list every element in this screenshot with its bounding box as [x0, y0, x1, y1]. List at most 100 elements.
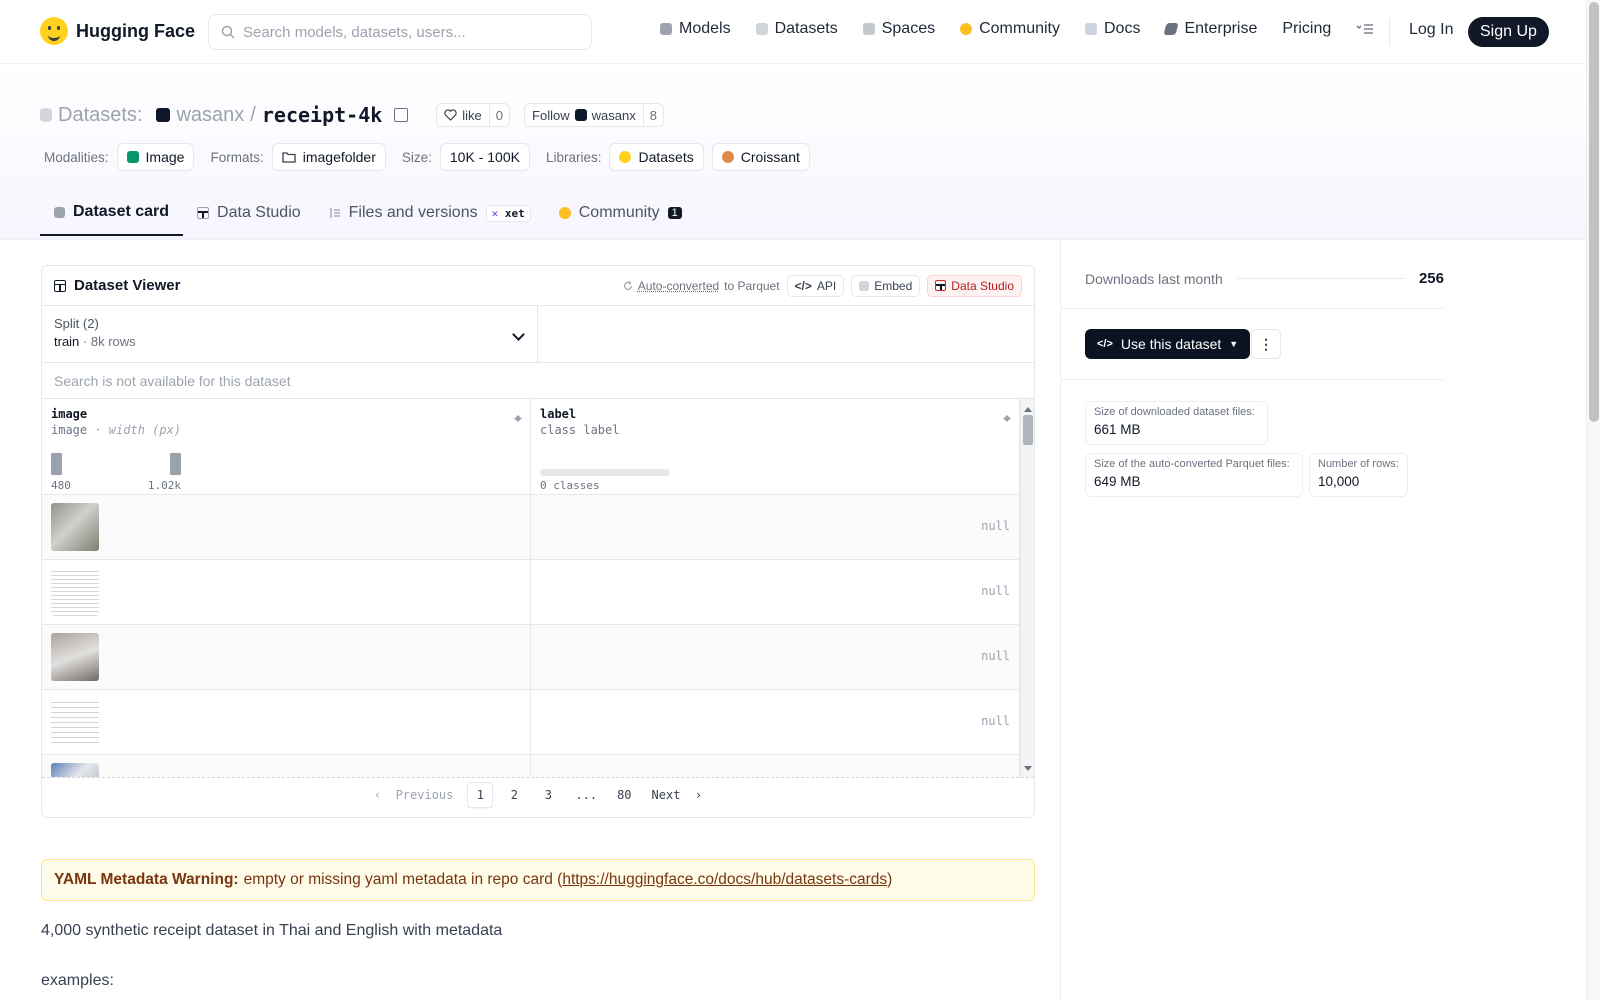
brand-logo[interactable]: Hugging Face — [40, 17, 195, 45]
format-tag[interactable]: imagefolder — [271, 143, 386, 171]
table-header: image image · width (px) 480 1.02k label… — [42, 399, 1034, 495]
global-search[interactable] — [208, 14, 592, 50]
tab-files-label: Files and versions — [348, 204, 478, 221]
label-value: null — [981, 584, 1010, 598]
scroll-up-icon[interactable] — [1024, 403, 1032, 412]
prev-page-button[interactable]: ‹ Previous — [368, 782, 459, 808]
scroll-thumb[interactable] — [1023, 415, 1033, 445]
format-value: imagefolder — [302, 149, 376, 165]
code-brackets-icon: </> — [1097, 338, 1113, 350]
nav-enterprise[interactable]: Enterprise — [1163, 20, 1257, 38]
nav-pricing[interactable]: Pricing — [1282, 20, 1331, 38]
repo-title: Datasets: wasanx / receipt-4k like 0 Fol… — [40, 103, 664, 127]
nav-datasets[interactable]: Datasets — [755, 20, 838, 38]
section-link[interactable]: Datasets: — [58, 104, 142, 127]
modality-tag[interactable]: Image — [116, 143, 195, 171]
repo-tabs: Dataset card Data Studio Files and versi… — [40, 190, 696, 238]
size-tag[interactable]: 10K - 100K — [439, 143, 530, 171]
page-3[interactable]: 3 — [535, 782, 561, 808]
code-icon: </> — [794, 278, 812, 293]
table-row[interactable]: null — [42, 690, 1034, 755]
image-cell — [42, 560, 531, 624]
label-cell: null — [531, 690, 1020, 754]
library-croissant-label: Croissant — [740, 149, 800, 165]
library-tag-croissant[interactable]: Croissant — [711, 143, 810, 171]
tab-data-studio[interactable]: Data Studio — [183, 190, 315, 236]
api-button[interactable]: </> API — [786, 274, 845, 297]
library-tag-datasets[interactable]: Datasets — [609, 143, 704, 171]
column-header-image[interactable]: image image · width (px) 480 1.02k — [42, 399, 531, 494]
tab-community[interactable]: Community 1 — [545, 190, 696, 236]
label-cell: null — [531, 625, 1020, 689]
table-row[interactable]: null — [42, 560, 1034, 625]
page-2[interactable]: 2 — [501, 782, 527, 808]
stat-label: Size of the auto-converted Parquet files… — [1094, 458, 1290, 470]
auto-converted-link[interactable]: Auto-converted — [638, 279, 719, 293]
embed-button[interactable]: Embed — [851, 274, 921, 297]
table-row[interactable]: null — [42, 495, 1034, 560]
stat-row-count: Number of rows: 10,000 — [1309, 453, 1408, 497]
owner-avatar — [156, 108, 171, 122]
dataset-cards-docs-link[interactable]: https://huggingface.co/docs/hub/datasets… — [562, 871, 887, 889]
column-image-type-extra: · width (px) — [94, 423, 182, 437]
viewer-search-disabled: Search is not available for this dataset — [42, 363, 1034, 399]
page-scroll-thumb[interactable] — [1589, 2, 1599, 422]
data-studio-button[interactable]: Data Studio — [927, 274, 1022, 297]
split-value: train · 8k rows — [54, 334, 525, 349]
follow-button[interactable]: Follow wasanx 8 — [524, 103, 664, 127]
dataset-viewer: Dataset Viewer Auto-converted to Parquet … — [41, 265, 1035, 818]
login-link[interactable]: Log In — [1409, 21, 1453, 39]
receipt-thumbnail[interactable] — [51, 763, 99, 777]
nav-community[interactable]: Community — [960, 20, 1060, 38]
column-header-label[interactable]: label class label 0 classes — [531, 399, 1020, 494]
nav-pricing-label: Pricing — [1282, 20, 1332, 37]
next-page-button[interactable]: Next › — [646, 782, 709, 808]
receipt-thumbnail[interactable] — [51, 633, 99, 681]
nav-docs[interactable]: Docs — [1085, 20, 1140, 38]
formats-label: Formats: — [210, 149, 264, 165]
signup-button[interactable]: Sign Up — [1468, 17, 1549, 47]
nav-more[interactable] — [1356, 23, 1374, 35]
stat-label: Number of rows: — [1318, 458, 1399, 470]
table-scrollbar[interactable] — [1020, 399, 1034, 777]
histogram-ticks: 480 1.02k — [51, 479, 181, 492]
use-dataset-button[interactable]: </> Use this dataset ▼ — [1085, 329, 1251, 359]
histogram-bar[interactable] — [170, 453, 181, 475]
table-row[interactable] — [42, 755, 1034, 777]
tab-files[interactable]: Files and versions ✕ xet — [315, 190, 545, 236]
more-options-button[interactable]: ⋮ — [1251, 329, 1281, 359]
spaces-icon — [862, 23, 875, 35]
nav-models[interactable]: Models — [660, 20, 731, 38]
tab-dataset-card[interactable]: Dataset card — [40, 190, 184, 236]
histogram-min: 480 — [51, 479, 71, 492]
scroll-down-icon[interactable] — [1024, 766, 1032, 775]
follow-count: 8 — [642, 104, 663, 126]
receipt-thumbnail[interactable] — [51, 698, 99, 746]
repo-name[interactable]: receipt-4k — [262, 103, 382, 127]
nav-spaces[interactable]: Spaces — [862, 20, 935, 38]
search-input[interactable] — [243, 23, 573, 41]
table-row[interactable]: null — [42, 625, 1034, 690]
split-selector[interactable]: Split (2) train · 8k rows — [42, 306, 538, 362]
modality-value: Image — [145, 149, 185, 165]
xet-icon: ✕ — [491, 206, 499, 220]
column-label-name: label — [540, 407, 577, 421]
libraries-label: Libraries: — [545, 149, 602, 165]
column-image-type-label: image — [51, 423, 88, 437]
sort-icon[interactable] — [1003, 411, 1011, 423]
to-parquet-label: to Parquet — [724, 278, 780, 293]
sort-icon[interactable] — [514, 411, 522, 423]
models-icon — [660, 23, 672, 35]
warning-close-paren: ) — [887, 871, 893, 888]
histogram-bar[interactable] — [51, 453, 62, 475]
page-1[interactable]: 1 — [467, 782, 494, 808]
image-cell — [42, 495, 531, 559]
page-scrollbar[interactable] — [1586, 0, 1600, 1000]
search-icon — [221, 25, 235, 39]
page-80[interactable]: 80 — [611, 782, 637, 808]
receipt-thumbnail[interactable] — [51, 503, 99, 551]
copy-icon[interactable] — [394, 108, 409, 122]
owner-link[interactable]: wasanx — [176, 104, 244, 127]
like-button[interactable]: like 0 — [436, 103, 511, 127]
receipt-thumbnail[interactable] — [51, 568, 99, 616]
